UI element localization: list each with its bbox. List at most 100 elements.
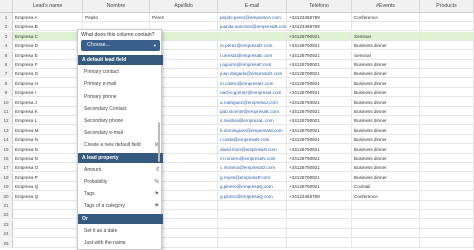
cell-tel[interactable]: +34123456789 — [287, 22, 352, 32]
cell-events[interactable] — [352, 219, 420, 229]
popup-option[interactable]: Primary phone — [78, 92, 163, 102]
cell-tel[interactable]: +34128790921 — [287, 88, 352, 98]
cell-products[interactable] — [420, 201, 474, 210]
cell-lead[interactable]: Empresa P — [13, 172, 83, 182]
cell-events[interactable]: Seminar — [352, 31, 420, 41]
cell-events[interactable]: Business dinner — [352, 78, 420, 88]
row-number[interactable]: 13 — [0, 125, 13, 135]
cell-email[interactable]: pab.vicente@empresaK.com — [218, 107, 287, 116]
cell-events[interactable]: Business dinner — [352, 107, 420, 116]
cell-events[interactable] — [352, 22, 420, 32]
cell-products[interactable] — [420, 60, 474, 69]
popup-option[interactable]: Tags ⚑ — [78, 189, 163, 199]
cell-lead[interactable]: Empresa O — [13, 163, 83, 173]
column-header[interactable]: Lead's name — [13, 0, 83, 13]
cell-products[interactable] — [420, 163, 474, 173]
cell-events[interactable]: Business dinner — [352, 69, 420, 79]
cell-events[interactable]: Business dinner — [352, 163, 420, 173]
cell-email[interactable]: a.rodriguez@empresaJ.com — [218, 97, 287, 107]
cell-tel[interactable]: +34128790921 — [287, 107, 352, 116]
cell-email[interactable]: b.dominguez@empresaM.com — [218, 125, 287, 135]
cell-email[interactable]: c.moreno@empresaO.com — [218, 163, 287, 173]
cell-email[interactable]: juanita.sanchez@empresaB.com — [218, 22, 287, 32]
row-number[interactable]: 10 — [0, 97, 13, 107]
cell-tel[interactable] — [287, 238, 352, 248]
cell-email[interactable]: g.pinero@empresaQ.com — [218, 182, 287, 192]
cell-email[interactable]: g.reyes@empresaP.com — [218, 172, 287, 182]
cell-email[interactable] — [218, 238, 287, 248]
cell-lead[interactable] — [13, 238, 83, 248]
cell-products[interactable] — [420, 13, 474, 22]
cell-email[interactable]: pepito.perez@empresaA.com — [218, 13, 287, 22]
cell-events[interactable]: Conference — [352, 191, 420, 201]
cell-tel[interactable]: +34123456789 — [287, 191, 352, 201]
cell-email[interactable] — [218, 219, 287, 229]
cell-email[interactable]: g.pinero@empresaQ.com — [218, 191, 287, 201]
popup-option[interactable]: Tags of a category ⚑ — [78, 201, 163, 211]
cell-tel[interactable]: +34128790921 — [287, 135, 352, 145]
cell-email[interactable]: m.perez@empresaD.com — [218, 41, 287, 51]
cell-products[interactable] — [420, 191, 474, 201]
cell-email[interactable]: m.castro@empresaH.com — [218, 78, 287, 88]
cell-lead[interactable]: Empresa D — [13, 41, 83, 51]
cell-events[interactable]: Seminar — [352, 50, 420, 60]
cell-email[interactable] — [218, 201, 287, 210]
cell-events[interactable] — [352, 201, 420, 210]
cell-lead[interactable]: Empresa N — [13, 154, 83, 163]
cell-events[interactable] — [352, 210, 420, 220]
cell-email[interactable]: j.aguirre@empresaF.com — [218, 60, 287, 69]
row-number[interactable]: 12 — [0, 116, 13, 126]
row-number[interactable]: 6 — [0, 60, 13, 69]
popup-option[interactable]: Just with the name — [78, 238, 163, 248]
cell-lead[interactable]: Empresa N — [13, 144, 83, 154]
row-number[interactable]: 21 — [0, 201, 13, 210]
row-number[interactable]: 11 — [0, 107, 13, 116]
column-header[interactable]: E-mail — [218, 0, 287, 13]
popup-option[interactable]: Secondary phone — [78, 116, 163, 126]
cell-email[interactable]: l.urresta@empresaE.com — [218, 50, 287, 60]
cell-lead[interactable]: Empresa F — [13, 60, 83, 69]
cell-tel[interactable]: +34128790921 — [287, 125, 352, 135]
row-number[interactable]: 16 — [0, 154, 13, 163]
row-number[interactable]: 2 — [0, 22, 13, 32]
cell-email[interactable]: nacho.gomez@empresaI.com — [218, 88, 287, 98]
row-number[interactable]: 4 — [0, 41, 13, 51]
cell-email[interactable] — [218, 31, 287, 41]
cell-email[interactable]: juan.delgado@empresaG.com — [218, 69, 287, 79]
cell-tel[interactable]: +34128790921 — [287, 97, 352, 107]
cell-products[interactable] — [420, 154, 474, 163]
cell-email[interactable]: m.romero@empresaN.com — [218, 154, 287, 163]
cell-tel[interactable] — [287, 219, 352, 229]
cell-tel[interactable]: +34128790921 — [287, 163, 352, 173]
cell-products[interactable] — [420, 144, 474, 154]
popup-option[interactable]: Amount € — [78, 165, 163, 175]
cell-events[interactable]: Business dinner — [352, 60, 420, 69]
cell-tel[interactable]: +34128790921 — [287, 154, 352, 163]
cell-events[interactable]: Business dinner — [352, 116, 420, 126]
cell-email[interactable]: s.medina@empresaL.com — [218, 116, 287, 126]
row-number[interactable]: 17 — [0, 163, 13, 173]
row-number[interactable]: 23 — [0, 219, 13, 229]
cell-products[interactable] — [420, 182, 474, 192]
cell-tel[interactable] — [287, 201, 352, 210]
row-number[interactable]: 24 — [0, 229, 13, 239]
cell-lead[interactable]: Empresa I — [13, 88, 83, 98]
column-header[interactable]: Products — [420, 0, 474, 13]
cell-tel[interactable] — [287, 229, 352, 239]
cell-nombre[interactable]: Pepito — [83, 13, 150, 22]
cell-lead[interactable]: Empresa J — [13, 97, 83, 107]
cell-lead[interactable]: Empresa C — [13, 31, 83, 41]
cell-lead[interactable]: Empresa A — [13, 13, 83, 22]
cell-tel[interactable]: +34128790921 — [287, 144, 352, 154]
cell-lead[interactable] — [13, 229, 83, 239]
cell-lead[interactable] — [13, 210, 83, 220]
cell-lead[interactable]: Empresa K — [13, 107, 83, 116]
cell-lead[interactable]: Empresa G — [13, 69, 83, 79]
column-header[interactable]: Teléfono — [287, 0, 352, 13]
cell-products[interactable] — [420, 229, 474, 239]
row-number[interactable]: 20 — [0, 191, 13, 201]
popup-scrollbar[interactable] — [158, 122, 160, 162]
row-number[interactable]: 18 — [0, 172, 13, 182]
cell-tel[interactable]: +34128790921 — [287, 69, 352, 79]
cell-products[interactable] — [420, 172, 474, 182]
